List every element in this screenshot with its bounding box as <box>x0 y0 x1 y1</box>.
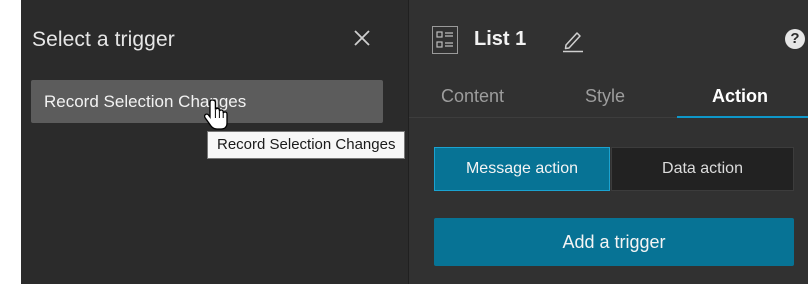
trigger-panel-title: Select a trigger <box>32 28 175 51</box>
tab-bar-line <box>409 117 677 118</box>
pencil-icon[interactable] <box>561 27 585 53</box>
tooltip: Record Selection Changes <box>207 131 406 159</box>
tab-style[interactable]: Style <box>585 86 625 107</box>
app-frame: Select a trigger Record Selection Change… <box>21 0 808 284</box>
hand-pointer-cursor-icon <box>203 98 230 134</box>
widget-settings-panel: List 1 ? Content Style Action Message ac… <box>409 0 808 284</box>
close-icon[interactable] <box>351 27 373 49</box>
widget-title: List 1 <box>474 28 527 50</box>
data-action-button[interactable]: Data action <box>611 147 794 191</box>
active-tab-indicator <box>677 116 808 118</box>
help-icon[interactable]: ? <box>785 29 805 49</box>
message-action-button[interactable]: Message action <box>434 147 610 191</box>
tab-action[interactable]: Action <box>712 86 768 107</box>
add-trigger-button[interactable]: Add a trigger <box>434 218 794 266</box>
tab-content[interactable]: Content <box>441 86 504 107</box>
trigger-panel: Select a trigger Record Selection Change… <box>21 0 408 284</box>
list-icon <box>432 26 458 54</box>
